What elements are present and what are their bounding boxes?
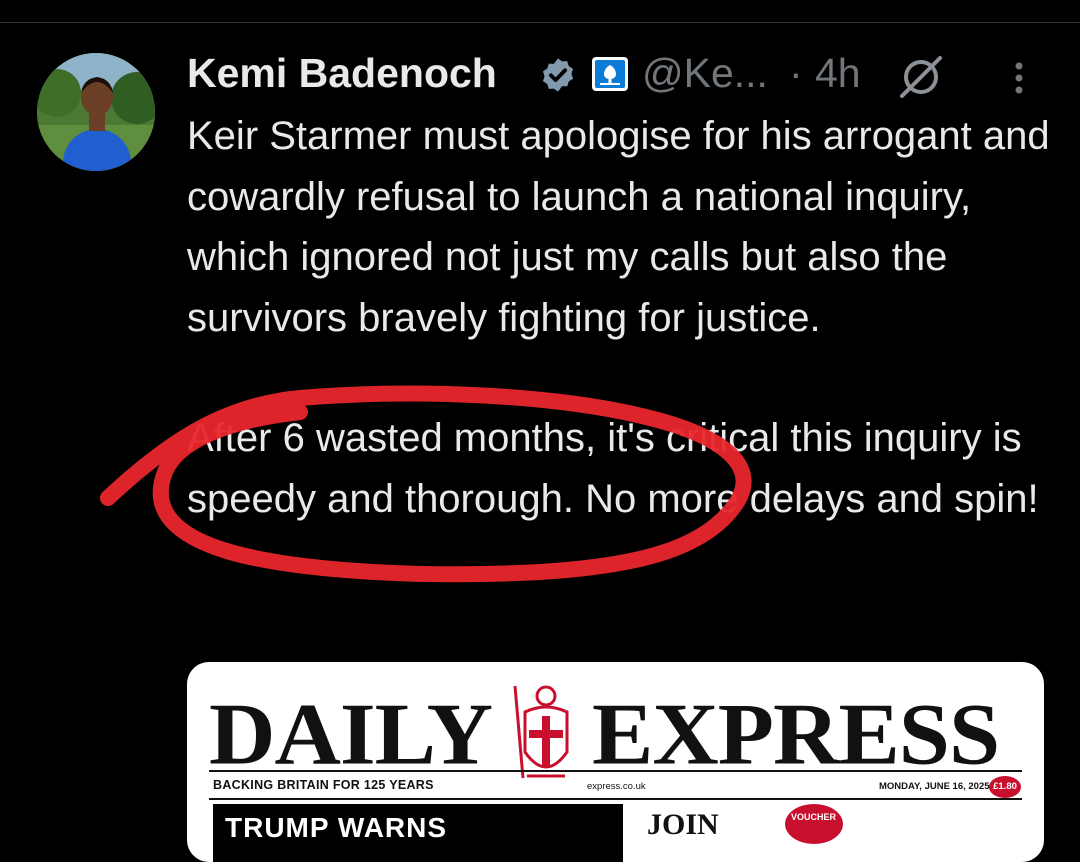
tweet-timestamp[interactable]: 4h — [815, 50, 861, 97]
tweet-body: Keir Starmer must apologise for his arro… — [187, 106, 1057, 529]
tweet-paragraph-2: After 6 wasted months, it's critical thi… — [187, 416, 1039, 521]
voucher-badge: VOUCHER — [785, 804, 843, 844]
newspaper-date: MONDAY, JUNE 16, 2025 — [879, 781, 990, 792]
masthead-rule — [209, 770, 1022, 772]
author-name[interactable]: Kemi Badenoch — [187, 50, 497, 97]
government-affiliation-icon[interactable] — [591, 56, 629, 92]
newspaper-image-card[interactable]: DAILY EXPRESS BACKING BRITAIN FOR 125 YE… — [187, 662, 1044, 862]
top-divider — [0, 22, 1080, 23]
headline-left: TRUMP WARNS — [225, 812, 448, 843]
grok-icon[interactable] — [898, 54, 944, 100]
separator-dot: · — [789, 50, 803, 96]
avatar[interactable] — [37, 53, 155, 171]
tweet-paragraph-1: Keir Starmer must apologise for his arro… — [187, 114, 1050, 340]
front-page-story-right: JOIN VOUCHER — [635, 804, 1021, 862]
verified-badge-icon[interactable] — [539, 56, 577, 94]
masthead-daily: DAILY — [209, 685, 493, 783]
more-options-icon[interactable] — [1007, 58, 1031, 98]
avatar-image — [37, 53, 155, 171]
masthead-express: EXPRESS — [592, 685, 1000, 783]
author-handle[interactable]: @Ke... — [642, 50, 768, 97]
newspaper-url: express.co.uk — [587, 781, 646, 792]
voucher-label: VOUCHER — [791, 812, 837, 822]
tagline-rule — [209, 798, 1022, 800]
headline-right: JOIN — [647, 808, 719, 841]
newspaper-tagline: BACKING BRITAIN FOR 125 YEARS — [213, 778, 434, 792]
newspaper-price: £1.80 — [989, 776, 1021, 798]
front-page-story-left: TRUMP WARNS — [213, 804, 623, 862]
crusader-crest-icon — [513, 685, 569, 779]
